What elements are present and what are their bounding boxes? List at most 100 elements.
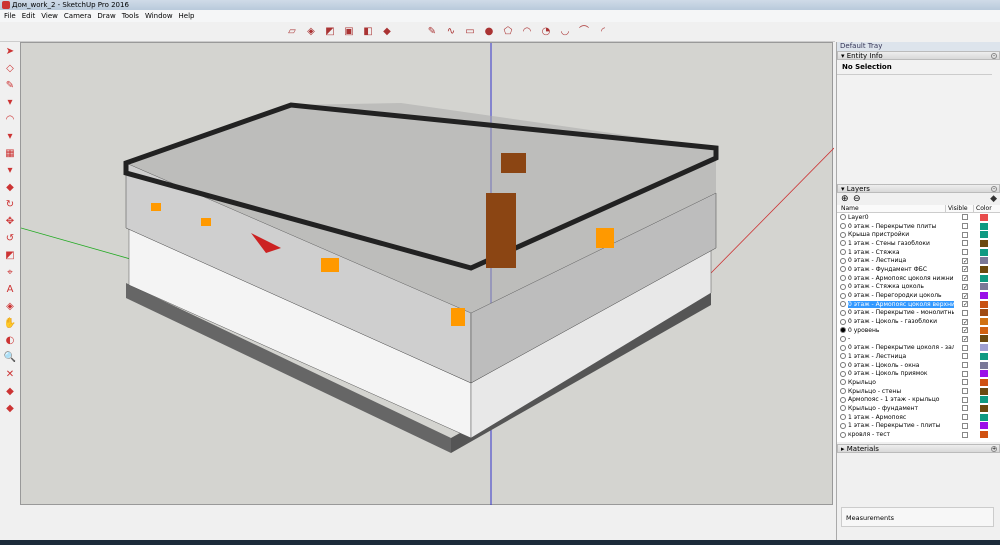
layer-name[interactable]: 1 этаж - Стены газоблоки <box>848 240 954 247</box>
layer-row[interactable]: 0 этаж - Перекрытие плиты <box>837 222 1000 231</box>
menu-window[interactable]: Window <box>145 10 173 22</box>
column-visible[interactable]: Visible <box>945 205 973 212</box>
draw-tool-icon[interactable]: ⬠ <box>501 25 515 39</box>
visible-checkbox[interactable] <box>962 362 968 369</box>
layer-row[interactable]: 0 этаж - Армопояс цоколя верхний ✓ <box>837 300 1000 309</box>
delete-layer-icon[interactable]: ⊖ <box>853 194 861 204</box>
menu-file[interactable]: File <box>4 10 16 22</box>
layer-color-swatch[interactable] <box>980 231 988 239</box>
layer-color-swatch[interactable] <box>980 300 988 308</box>
column-name[interactable]: Name <box>837 205 945 212</box>
layer-color-swatch[interactable] <box>980 413 988 421</box>
layer-name[interactable]: 0 этаж - Цоколь - газоблоки <box>848 318 954 325</box>
layer-row[interactable]: Крыльцо - фундамент <box>837 404 1000 413</box>
visible-checkbox[interactable] <box>962 353 968 360</box>
tool-icon[interactable]: ✎ <box>2 79 18 93</box>
draw-tool-icon[interactable]: ◡ <box>558 25 572 39</box>
expand-icon[interactable]: + <box>991 446 997 452</box>
visible-checkbox[interactable]: ✓ <box>962 335 968 342</box>
layer-name[interactable]: Крыльцо <box>848 379 954 386</box>
layer-name[interactable]: 1 этаж - Перекрытие - плиты <box>848 422 954 429</box>
menu-draw[interactable]: Draw <box>97 10 115 22</box>
layer-name[interactable]: Крыша пристройки <box>848 231 954 238</box>
layer-name[interactable]: Layer0 <box>848 214 954 221</box>
layer-color-swatch[interactable] <box>980 274 988 282</box>
measurements-box[interactable]: Measurements <box>841 507 994 527</box>
view-tool-icon[interactable]: ◆ <box>380 25 394 39</box>
draw-tool-icon[interactable]: ⌒ <box>577 25 591 39</box>
active-layer-radio[interactable] <box>840 231 846 238</box>
tool-icon[interactable]: ◠ <box>2 113 18 127</box>
layer-row[interactable]: 1 этаж - Стены газоблоки <box>837 239 1000 248</box>
draw-tool-icon[interactable]: ▭ <box>463 25 477 39</box>
layer-name[interactable]: Крыльцо - стены <box>848 388 954 395</box>
view-tool-icon[interactable]: ◩ <box>323 25 337 39</box>
layer-name[interactable]: 1 этаж - Стяжка <box>848 249 954 256</box>
layer-name[interactable]: 1 этаж - Армопояс <box>848 414 954 421</box>
collapse-icon[interactable]: - <box>991 53 997 59</box>
menu-help[interactable]: Help <box>179 10 195 22</box>
tool-icon[interactable]: ▾ <box>2 164 18 178</box>
tool-icon[interactable]: ◆ <box>2 181 18 195</box>
layer-name[interactable]: 0 этаж - Лестница <box>848 257 954 264</box>
tool-icon[interactable]: ◇ <box>2 62 18 76</box>
layers-header[interactable]: ▾ Layers - <box>837 184 1000 193</box>
active-layer-radio[interactable] <box>840 275 846 282</box>
active-layer-radio[interactable] <box>840 309 846 316</box>
active-layer-radio[interactable] <box>840 388 846 395</box>
active-layer-radio[interactable] <box>840 379 846 386</box>
column-color[interactable]: Color <box>973 205 992 212</box>
tool-icon[interactable]: A <box>2 283 18 297</box>
visible-checkbox[interactable] <box>962 240 968 247</box>
draw-tool-icon[interactable]: ● <box>482 25 496 39</box>
layer-color-swatch[interactable] <box>980 309 988 317</box>
tool-icon[interactable]: 🔍 <box>2 351 18 365</box>
active-layer-radio[interactable] <box>840 405 846 412</box>
active-layer-radio[interactable] <box>840 283 846 290</box>
layer-row[interactable]: 0 этаж - Цоколь приямок <box>837 369 1000 378</box>
layer-name[interactable]: 0 этаж - Цоколь приямок <box>848 370 954 377</box>
layer-row[interactable]: Крыльцо <box>837 378 1000 387</box>
tool-icon[interactable]: ◆ <box>2 385 18 399</box>
layer-color-swatch[interactable] <box>980 404 988 412</box>
tool-icon[interactable]: ◩ <box>2 249 18 263</box>
layer-name[interactable]: 0 этаж - Армопояс цоколя нижний <box>848 275 954 282</box>
layer-color-swatch[interactable] <box>980 283 988 291</box>
draw-tool-icon[interactable]: ◠ <box>520 25 534 39</box>
layer-row[interactable]: Layer0 <box>837 213 1000 222</box>
visible-checkbox[interactable]: ✓ <box>962 257 968 264</box>
layer-color-swatch[interactable] <box>980 265 988 273</box>
visible-checkbox[interactable] <box>962 231 968 238</box>
layer-row[interactable]: 0 этаж - Армопояс цоколя нижний ✓ <box>837 274 1000 283</box>
layer-row[interactable]: 0 этаж - Лестница ✓ <box>837 256 1000 265</box>
visible-checkbox[interactable]: ✓ <box>962 327 968 334</box>
draw-tool-icon[interactable]: ✎ <box>425 25 439 39</box>
layer-name[interactable]: Крыльцо - фундамент <box>848 405 954 412</box>
active-layer-radio[interactable] <box>840 353 846 360</box>
layer-color-swatch[interactable] <box>980 396 988 404</box>
tool-icon[interactable]: ➤ <box>2 45 18 59</box>
layer-color-swatch[interactable] <box>980 387 988 395</box>
visible-checkbox[interactable] <box>962 249 968 256</box>
active-layer-radio[interactable] <box>840 301 846 308</box>
layer-color-swatch[interactable] <box>980 344 988 352</box>
layer-color-swatch[interactable] <box>980 326 988 334</box>
visible-checkbox[interactable] <box>962 405 968 412</box>
layer-details-icon[interactable]: ◆ <box>990 194 997 204</box>
menu-view[interactable]: View <box>41 10 58 22</box>
layer-row[interactable]: 1 этаж - Лестница <box>837 352 1000 361</box>
layer-name[interactable]: 0 этаж - Фундамент ФБС <box>848 266 954 273</box>
layer-name[interactable]: 0 этаж - Цоколь - окна <box>848 362 954 369</box>
model-view[interactable] <box>20 43 835 506</box>
layer-name[interactable]: 0 этаж - Перекрытие цоколя - залив <box>848 344 954 351</box>
active-layer-radio[interactable] <box>840 414 846 421</box>
layer-row[interactable]: - ✓ <box>837 335 1000 344</box>
tool-icon[interactable]: ◐ <box>2 334 18 348</box>
layer-color-swatch[interactable] <box>980 378 988 386</box>
visible-checkbox[interactable]: ✓ <box>962 301 968 308</box>
layer-row[interactable]: 1 этаж - Армопояс <box>837 413 1000 422</box>
active-layer-radio[interactable] <box>840 362 846 369</box>
layer-row[interactable]: Крыльцо - стены <box>837 387 1000 396</box>
layer-name[interactable]: 0 этаж - Армопояс цоколя верхний <box>848 300 954 308</box>
visible-checkbox[interactable] <box>962 370 968 377</box>
